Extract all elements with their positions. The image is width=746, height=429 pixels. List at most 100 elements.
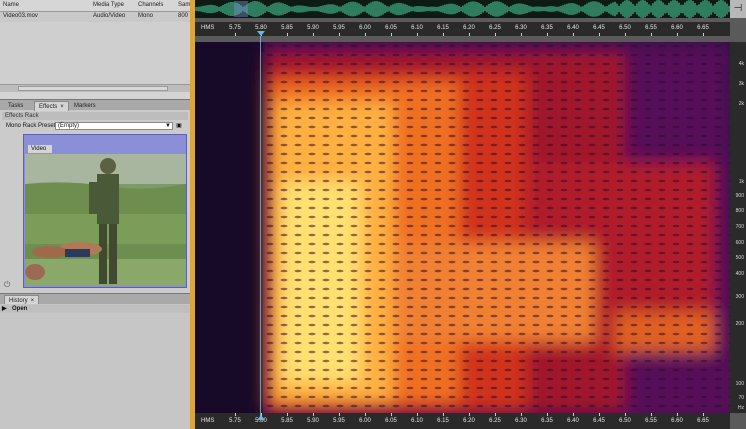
time-tick [365,413,366,416]
time-tick [443,413,444,416]
video-tab[interactable]: Video [28,145,52,153]
frequency-axis[interactable]: 4k 3k 2k 1k 900 800 700 600 500 400 300 200 100 70 Hz [730,42,746,413]
effects-rack-title: Effects Rack [2,112,188,120]
spectrogram-graphic [195,42,730,413]
col-sample[interactable]: Sam [178,2,190,8]
time-tick-label: 6.00 [359,25,371,31]
time-tick [651,413,652,416]
time-tick-label: 6.20 [463,25,475,31]
time-ruler-top[interactable]: HMS 5.75 5.80 5.85 5.90 5.95 6.00 6.05 6.10 6.15 6… [195,22,730,36]
time-tick [495,413,496,416]
time-tick-label: 6.25 [489,25,501,31]
time-tick [365,33,366,36]
tab-tasks[interactable]: Tasks [4,101,27,111]
time-tick [625,33,626,36]
time-tick-label: 6.05 [385,25,397,31]
frequency-tick-label: 300 [735,294,744,300]
frequency-tick-label: 4k [738,61,744,67]
playhead-marker[interactable] [257,31,265,36]
time-tick-label: 6.45 [593,418,605,424]
time-tick [521,413,522,416]
time-tick-label: 5.75 [229,25,241,31]
time-tick-label: 6.50 [619,25,631,31]
time-tick-label: 5.95 [333,418,345,424]
frequency-tick-label: 700 [735,224,744,230]
file-channels: Mono [138,13,154,19]
time-tick [547,33,548,36]
time-tick-label: 5.85 [281,418,293,424]
time-tick-label: 6.15 [437,418,449,424]
frequency-tick-label: 1k [738,179,744,185]
time-tick-label: 6.30 [515,25,527,31]
time-tick [703,33,704,36]
time-tick-label: 6.20 [463,418,475,424]
files-scrollbar[interactable] [0,84,190,92]
time-tick [677,33,678,36]
time-tick-label: 6.25 [489,418,501,424]
time-tick [469,413,470,416]
playhead-marker[interactable] [257,415,265,420]
close-icon[interactable]: × [60,104,64,110]
effects-tab-bar: Tasks Effects × Markers [0,99,190,112]
time-tick-label: 6.40 [567,25,579,31]
play-arrow-icon: ▶ [2,306,7,312]
time-tick [313,33,314,36]
time-tick-label: 6.45 [593,25,605,31]
playhead[interactable] [260,36,261,416]
time-tick-label: 5.85 [281,25,293,31]
time-tick [573,33,574,36]
time-tick [599,33,600,36]
spectrogram[interactable] [195,42,730,413]
time-tick [443,33,444,36]
file-row[interactable]: Video03.mov Audio/Video Mono 800 [0,12,190,22]
time-tick [417,413,418,416]
time-tick [703,413,704,416]
time-tick [469,33,470,36]
time-tick-label: 5.75 [229,418,241,424]
time-tick [391,413,392,416]
frequency-tick-label: 900 [735,193,744,199]
col-channels[interactable]: Channels [138,2,163,8]
time-tick [625,413,626,416]
time-tick-label: 6.35 [541,25,553,31]
time-tick [339,413,340,416]
waveform-overview-graphic [194,0,730,18]
time-tick-label: 6.65 [697,25,709,31]
scroll-thumb[interactable] [18,86,168,91]
history-tab-bar: History × [0,293,190,306]
file-name: Video03.mov [3,13,38,19]
frequency-tick-label: 70 [738,395,744,401]
time-tick-label: 6.65 [697,418,709,424]
preset-select[interactable]: (Empty) ▼ [55,122,173,130]
time-format-label: HMS [201,418,215,424]
save-preset-icon[interactable]: ▣ [175,122,183,130]
zoom-icon[interactable]: ⊣ [730,0,746,18]
frequency-tick-label: 400 [735,271,744,277]
time-tick [287,413,288,416]
time-ruler-bottom[interactable]: HMS 5.75 5.80 5.85 5.90 5.95 6.00 6.05 6.10 6.15 6… [195,413,730,429]
power-icon[interactable]: ⏻ [4,280,10,290]
time-tick-label: 6.40 [567,418,579,424]
col-media-type[interactable]: Media Type [93,2,124,8]
tab-markers[interactable]: Markers [70,101,100,111]
overview-waveform[interactable] [194,0,730,18]
col-name[interactable]: Name [3,2,19,8]
time-tick [651,33,652,36]
time-tick-label: 6.00 [359,418,371,424]
time-tick [495,33,496,36]
video-frame [25,154,186,286]
history-item[interactable]: ▶ Open [0,305,190,313]
time-tick [521,33,522,36]
time-tick [339,33,340,36]
preset-label: Mono Rack Preset: [6,123,58,129]
history-panel [0,304,190,429]
time-tick-label: 6.35 [541,418,553,424]
time-tick-label: 6.05 [385,418,397,424]
time-tick [599,413,600,416]
time-tick-label: 6.30 [515,418,527,424]
time-tick [547,413,548,416]
time-tick [313,413,314,416]
time-tick [391,33,392,36]
overview-selection[interactable] [234,1,248,17]
time-tick-label: 6.10 [411,418,423,424]
